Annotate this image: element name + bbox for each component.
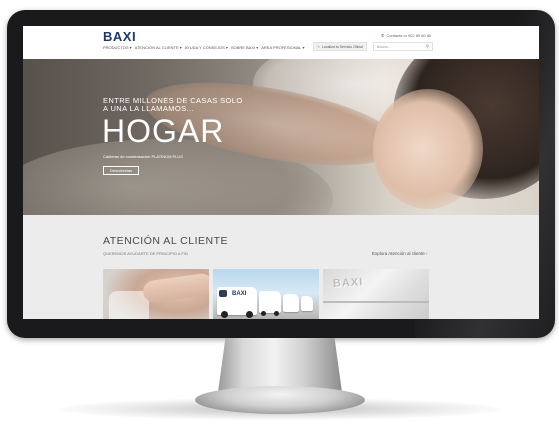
search-input[interactable]: Buscar... ⚲ <box>373 42 433 51</box>
nav-item-area-profesional[interactable]: ÁREA PROFESIONAL ▾ <box>261 45 304 50</box>
hero-pretitle: ENTRE MILLONES DE CASAS SOLO A UNA LA LL… <box>103 97 243 113</box>
monitor-screen: BAXI PRODUCTOS ▾ ATENCIÓN AL CLIENTE ▾ A… <box>23 26 539 319</box>
hero-overlay <box>23 59 539 215</box>
discover-button[interactable]: Descúbrelas <box>103 166 139 175</box>
customer-service-section: ATENCIÓN AL CLIENTE QUEREMOS AYUDARTE DE… <box>23 215 539 319</box>
locate-service-label: Localiza tu Servicio Oficial <box>321 44 363 49</box>
main-nav: PRODUCTOS ▾ ATENCIÓN AL CLIENTE ▾ AYUDA … <box>103 45 304 50</box>
contact-phone-text: Contacta tu 902 89 80 80 <box>386 33 432 38</box>
card-hand-control[interactable] <box>103 269 209 319</box>
service-van <box>259 291 281 316</box>
search-placeholder: Buscar... <box>377 44 391 49</box>
card-service-vans[interactable]: BAXI <box>213 269 319 319</box>
section-title: ATENCIÓN AL CLIENTE <box>103 235 229 247</box>
boiler-logo: BAXI <box>332 276 364 290</box>
van-wheel <box>274 311 279 316</box>
service-van: BAXI <box>217 287 257 318</box>
wrench-icon: ✎ <box>317 44 320 49</box>
van-logo: BAXI <box>232 291 247 297</box>
van-wheel <box>221 311 228 318</box>
van-wheel <box>246 311 253 318</box>
hero-title: HOGAR <box>102 113 225 149</box>
card-boiler[interactable]: BAXI <box>323 269 429 319</box>
van-wheel <box>261 311 266 316</box>
hero-banner: ENTRE MILLONES DE CASAS SOLO A UNA LA LL… <box>23 59 539 215</box>
site-header: BAXI PRODUCTOS ▾ ATENCIÓN AL CLIENTE ▾ A… <box>23 26 539 60</box>
service-van <box>283 294 299 312</box>
contact-phone[interactable]: ✆ Contacta tu 902 89 80 80 <box>381 33 431 38</box>
service-van <box>301 296 313 311</box>
baxi-logo[interactable]: BAXI <box>103 29 136 44</box>
nav-item-productos[interactable]: PRODUCTOS ▾ <box>103 45 132 50</box>
hero-subtitle: Calderas de condensación PLATINUM PLUS <box>103 154 183 159</box>
hero-pretitle-line2: A UNA LA LLAMAMOS... <box>103 104 194 113</box>
nav-item-sobre-baxi[interactable]: SOBRE BAXI ▾ <box>231 45 258 50</box>
boiler-edge <box>323 301 429 303</box>
finger-shape <box>141 272 209 304</box>
search-icon[interactable]: ⚲ <box>425 44 429 50</box>
explore-customer-service-link[interactable]: Explora Atención al cliente › <box>372 251 428 256</box>
nav-item-atencion-cliente[interactable]: ATENCIÓN AL CLIENTE ▾ <box>135 45 182 50</box>
van-window <box>219 290 227 297</box>
section-subtitle: QUEREMOS AYUDARTE DE PRINCIPIO A FIN <box>103 251 188 256</box>
locate-service-button[interactable]: ✎ Localiza tu Servicio Oficial <box>313 42 367 51</box>
device-mockup: BAXI PRODUCTOS ▾ ATENCIÓN AL CLIENTE ▾ A… <box>0 0 559 427</box>
monitor-stand-base <box>195 386 365 414</box>
nav-item-ayuda-consejos[interactable]: AYUDA Y CONSEJOS ▾ <box>185 45 228 50</box>
monitor-stand-neck <box>218 338 342 392</box>
phone-icon: ✆ <box>381 33 385 38</box>
